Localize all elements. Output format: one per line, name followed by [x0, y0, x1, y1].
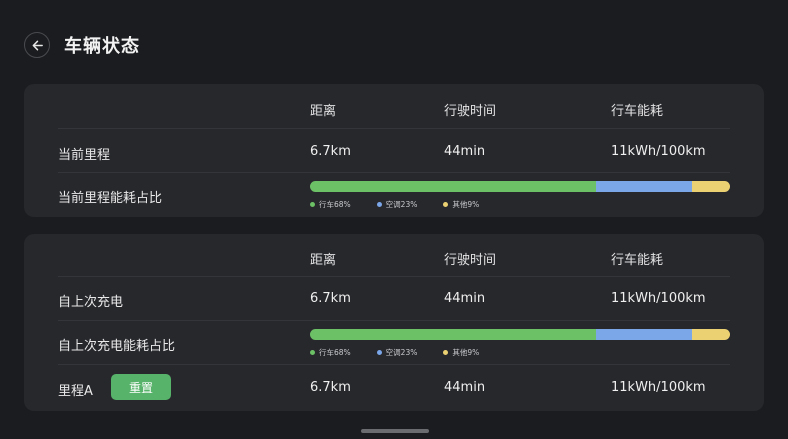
since-charge-card: 距离 行驶时间 行车能耗 自上次充电 6.7km 44min 11kWh/100… — [24, 234, 764, 411]
legend-label-driving: 行车68% — [319, 200, 351, 209]
divider — [58, 320, 730, 321]
bar-segment-other — [692, 329, 730, 340]
column-consumption-header: 行车能耗 — [611, 104, 664, 119]
trip-a-distance: 6.7km — [310, 380, 351, 395]
column-time-header: 行驶时间 — [444, 104, 497, 119]
home-indicator[interactable] — [361, 429, 429, 433]
column-consumption-header: 行车能耗 — [611, 253, 664, 268]
legend-dot-other — [443, 350, 449, 355]
bar-segment-ac — [595, 181, 693, 192]
legend-label-ac: 空调23% — [385, 200, 418, 209]
current-trip-legend: 行车68% 空调23% 其他9% — [310, 199, 505, 210]
trip-a-time: 44min — [444, 380, 486, 395]
legend-dot-other — [443, 202, 449, 207]
legend-label-other: 其他9% — [452, 200, 480, 209]
current-trip-share-label: 当前里程能耗占比 — [58, 191, 163, 206]
bar-segment-ac — [595, 329, 693, 340]
column-time-header: 行驶时间 — [444, 253, 497, 268]
since-charge-energy-bar — [310, 329, 730, 340]
bar-segment-driving — [310, 181, 596, 192]
bar-segment-driving — [310, 329, 596, 340]
divider — [58, 276, 730, 277]
since-charge-share-label: 自上次充电能耗占比 — [58, 339, 176, 354]
legend-label-driving: 行车68% — [319, 348, 351, 357]
page-title: 车辆状态 — [64, 36, 140, 57]
legend-dot-driving — [310, 350, 315, 355]
trip-a-consumption: 11kWh/100km — [611, 380, 706, 395]
trip-a-label: 里程A — [58, 384, 93, 399]
legend-label-ac: 空调23% — [385, 348, 418, 357]
reset-trip-a-button[interactable]: 重置 — [111, 374, 171, 400]
column-distance-header: 距离 — [310, 253, 337, 268]
since-charge-time: 44min — [444, 291, 486, 306]
divider — [58, 364, 730, 365]
legend-dot-ac — [376, 202, 382, 207]
legend-item-ac: 空调23% — [376, 347, 418, 358]
current-trip-card: 距离 行驶时间 行车能耗 当前里程 6.7km 44min 11kWh/100k… — [24, 84, 764, 217]
legend-item-driving: 行车68% — [310, 347, 351, 358]
current-trip-label: 当前里程 — [58, 148, 111, 163]
legend-label-other: 其他9% — [452, 348, 480, 357]
legend-item-driving: 行车68% — [310, 199, 351, 210]
legend-item-other: 其他9% — [443, 347, 479, 358]
current-trip-consumption: 11kWh/100km — [611, 144, 706, 159]
since-charge-consumption: 11kWh/100km — [611, 291, 706, 306]
legend-item-other: 其他9% — [443, 199, 479, 210]
since-charge-label: 自上次充电 — [58, 295, 124, 310]
current-trip-distance: 6.7km — [310, 144, 351, 159]
legend-item-ac: 空调23% — [376, 199, 418, 210]
current-trip-energy-bar — [310, 181, 730, 192]
arrow-left-icon — [32, 40, 43, 50]
bar-segment-other — [692, 181, 730, 192]
legend-dot-driving — [310, 202, 315, 207]
back-button[interactable] — [24, 32, 50, 58]
legend-dot-ac — [376, 350, 382, 355]
divider — [58, 172, 730, 173]
header: 车辆状态 — [24, 31, 140, 59]
since-charge-legend: 行车68% 空调23% 其他9% — [310, 347, 505, 358]
divider — [58, 128, 730, 129]
column-distance-header: 距离 — [310, 104, 337, 119]
since-charge-distance: 6.7km — [310, 291, 351, 306]
current-trip-time: 44min — [444, 144, 486, 159]
